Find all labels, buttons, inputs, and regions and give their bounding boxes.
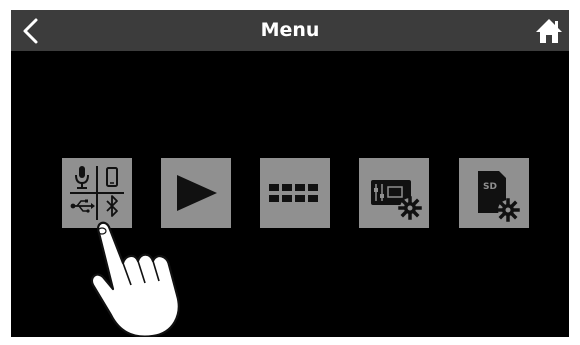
menu-item-sd-settings[interactable]: SD [459, 158, 529, 228]
play-icon [177, 175, 217, 211]
mixer-settings-icon [371, 180, 422, 220]
pointing-hand-icon [90, 221, 180, 337]
menu-item-inputs[interactable] [62, 158, 132, 228]
grid-icon [269, 184, 318, 202]
home-button[interactable] [533, 16, 565, 46]
menu-item-play[interactable] [161, 158, 231, 228]
home-icon [536, 19, 562, 43]
top-bar: Menu [11, 10, 569, 51]
menu-item-grid[interactable] [260, 158, 330, 228]
menu-item-mixer-settings[interactable] [359, 158, 429, 228]
input-sources-icon [70, 166, 124, 220]
page-title: Menu [260, 19, 320, 41]
device-screen: Menu SD [11, 10, 569, 337]
svg-text:SD: SD [483, 182, 497, 192]
sd-card-settings-icon: SD [478, 171, 520, 222]
